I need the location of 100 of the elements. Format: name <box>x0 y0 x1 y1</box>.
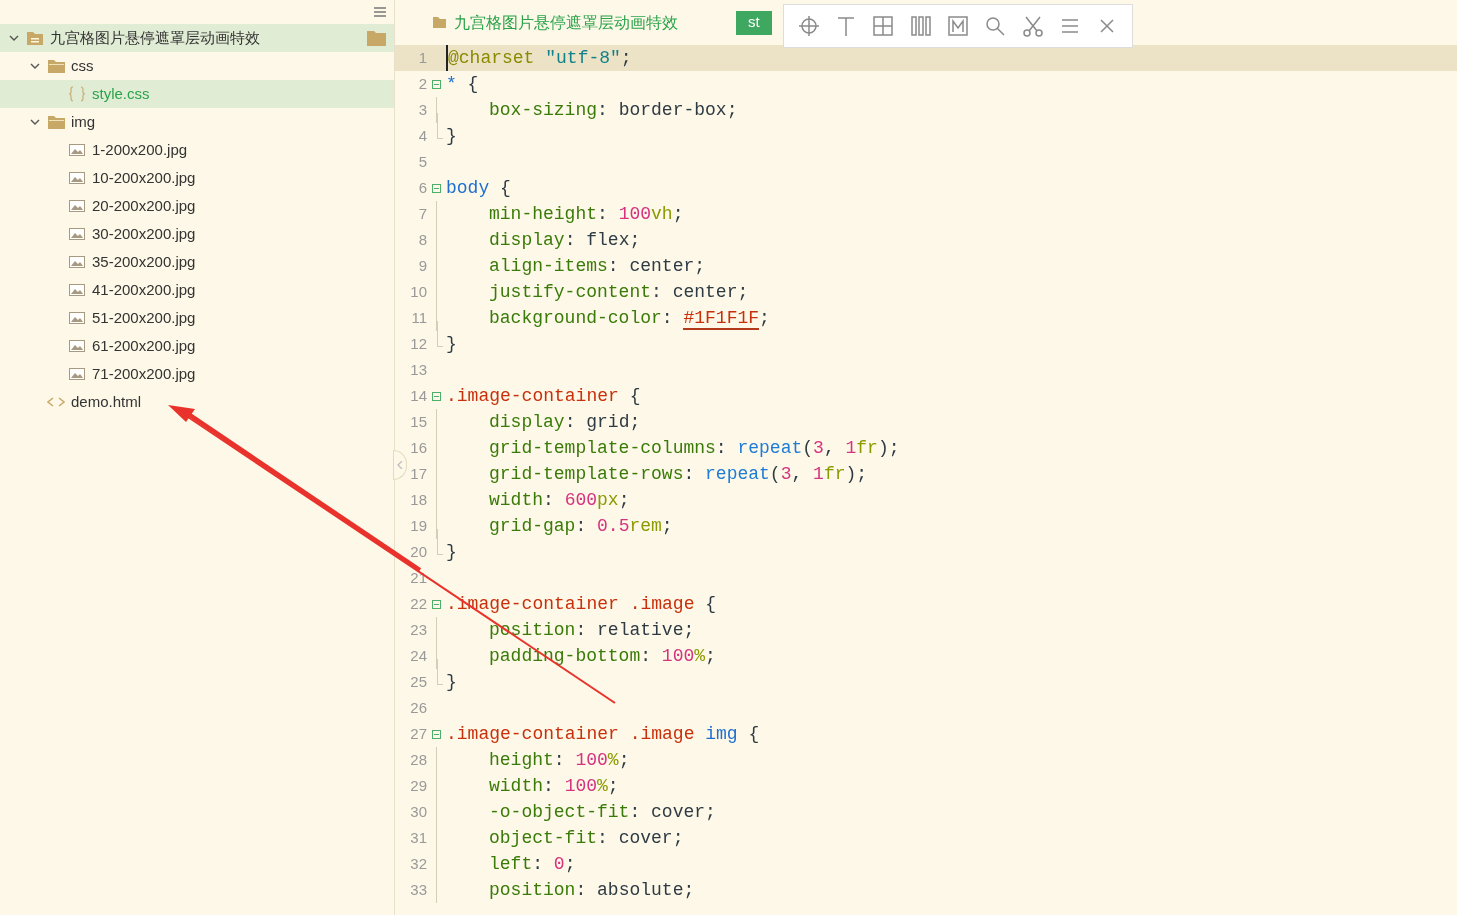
tree-item[interactable]: 10-200x200.jpg <box>0 164 394 192</box>
fold-toggle-icon[interactable] <box>432 391 441 401</box>
code-line: } <box>446 541 457 564</box>
line-number: 14 <box>409 385 427 406</box>
code-line: * { <box>446 73 479 96</box>
braces-icon <box>68 86 86 102</box>
chevron-down-icon[interactable] <box>30 61 40 71</box>
project-folder-icon <box>27 31 43 45</box>
line-number: 15 <box>409 411 427 432</box>
fold-toggle-icon[interactable] <box>432 183 441 193</box>
tree-item-label: 61-200x200.jpg <box>92 335 196 356</box>
line-number: 23 <box>409 619 427 640</box>
collapse-handle[interactable] <box>393 450 407 480</box>
tree-item[interactable]: 九宫格图片悬停遮罩层动画特效 <box>0 24 394 52</box>
image-file-icon <box>69 228 85 240</box>
tree-item-label: 71-200x200.jpg <box>92 363 196 384</box>
line-number: 4 <box>417 125 427 146</box>
code-line: display: flex; <box>488 229 641 252</box>
tree-item[interactable]: 51-200x200.jpg <box>0 304 394 332</box>
line-number: 7 <box>417 203 427 224</box>
line-number: 1 <box>417 47 427 68</box>
menu-icon[interactable] <box>374 7 386 17</box>
tree-item[interactable]: 30-200x200.jpg <box>0 220 394 248</box>
tree-item[interactable]: demo.html <box>0 388 394 416</box>
tree-item[interactable]: css <box>0 52 394 80</box>
image-file-icon <box>69 340 85 352</box>
tree-item-label: 1-200x200.jpg <box>92 139 188 160</box>
code-line: @charset "utf-8"; <box>446 45 632 71</box>
code-line: box-sizing: border-box; <box>488 99 738 122</box>
tree-item[interactable]: 41-200x200.jpg <box>0 276 394 304</box>
code-line: align-items: center; <box>488 255 706 278</box>
tree-item-label: 30-200x200.jpg <box>92 223 196 244</box>
code-line: object-fit: cover; <box>488 827 684 850</box>
line-number: 9 <box>417 255 427 276</box>
code-line: min-height: 100vh; <box>488 203 684 226</box>
line-number: 20 <box>409 541 427 562</box>
tree-item-label: 九宫格图片悬停遮罩层动画特效 <box>50 27 260 48</box>
tree-item-label: 35-200x200.jpg <box>92 251 196 272</box>
line-number: 31 <box>409 827 427 848</box>
tree-item-label: img <box>71 111 96 132</box>
code-line: width: 100%; <box>488 775 619 798</box>
code-line: } <box>446 333 457 356</box>
image-file-icon <box>69 200 85 212</box>
line-number: 30 <box>409 801 427 822</box>
code-line: justify-content: center; <box>488 281 749 304</box>
line-number: 3 <box>417 99 427 120</box>
tree-item-label: 20-200x200.jpg <box>92 195 196 216</box>
tree-item[interactable]: 61-200x200.jpg <box>0 332 394 360</box>
folder-icon <box>47 59 65 73</box>
line-number: 29 <box>409 775 427 796</box>
line-number: 24 <box>409 645 427 666</box>
tree-item[interactable]: 1-200x200.jpg <box>0 136 394 164</box>
tree-item[interactable]: img <box>0 108 394 136</box>
chevron-down-icon[interactable] <box>9 33 19 43</box>
line-number: 11 <box>410 307 427 328</box>
line-number: 27 <box>409 723 427 744</box>
tree-item-label: 10-200x200.jpg <box>92 167 196 188</box>
line-number: 8 <box>417 229 427 250</box>
code-line: grid-template-rows: repeat(3, 1fr); <box>488 463 868 486</box>
line-number: 19 <box>409 515 427 536</box>
code-line: left: 0; <box>488 853 576 876</box>
code-line: -o-object-fit: cover; <box>488 801 716 824</box>
line-number: 6 <box>417 177 427 198</box>
fold-toggle-icon[interactable] <box>432 599 441 609</box>
tree-item-label: demo.html <box>71 391 142 412</box>
line-number: 12 <box>409 333 427 354</box>
line-number: 16 <box>409 437 427 458</box>
tree-item-label: css <box>71 55 94 76</box>
image-file-icon <box>69 172 85 184</box>
image-file-icon <box>69 312 85 324</box>
code-line: display: grid; <box>488 411 641 434</box>
line-number: 10 <box>409 281 427 302</box>
line-number: 13 <box>409 359 427 380</box>
tree-item-label: 41-200x200.jpg <box>92 279 196 300</box>
tree-item-label: 51-200x200.jpg <box>92 307 196 328</box>
code-line: grid-gap: 0.5rem; <box>488 515 673 538</box>
line-number: 33 <box>409 879 427 900</box>
code-line: height: 100%; <box>488 749 630 772</box>
code-line: .image-container { <box>446 385 641 408</box>
tree-item[interactable]: 71-200x200.jpg <box>0 360 394 388</box>
chevron-down-icon[interactable] <box>30 117 40 127</box>
code-line: } <box>446 125 457 148</box>
image-file-icon <box>69 144 85 156</box>
code-line: body { <box>446 177 511 200</box>
fold-toggle-icon[interactable] <box>432 79 441 89</box>
line-number: 5 <box>417 151 427 172</box>
folder-icon <box>47 115 65 129</box>
line-number: 25 <box>409 671 427 692</box>
line-number: 26 <box>409 697 427 718</box>
code-line: background-color: #1F1F1F; <box>488 307 770 331</box>
fold-toggle-icon[interactable] <box>432 729 441 739</box>
code-line: position: absolute; <box>488 879 695 902</box>
folder-icon[interactable] <box>367 30 386 46</box>
line-number: 17 <box>409 463 427 484</box>
tree-item[interactable]: 20-200x200.jpg <box>0 192 394 220</box>
line-number: 28 <box>409 749 427 770</box>
line-number: 22 <box>409 593 427 614</box>
tree-item[interactable]: 35-200x200.jpg <box>0 248 394 276</box>
image-file-icon <box>69 284 85 296</box>
image-file-icon <box>69 256 85 268</box>
